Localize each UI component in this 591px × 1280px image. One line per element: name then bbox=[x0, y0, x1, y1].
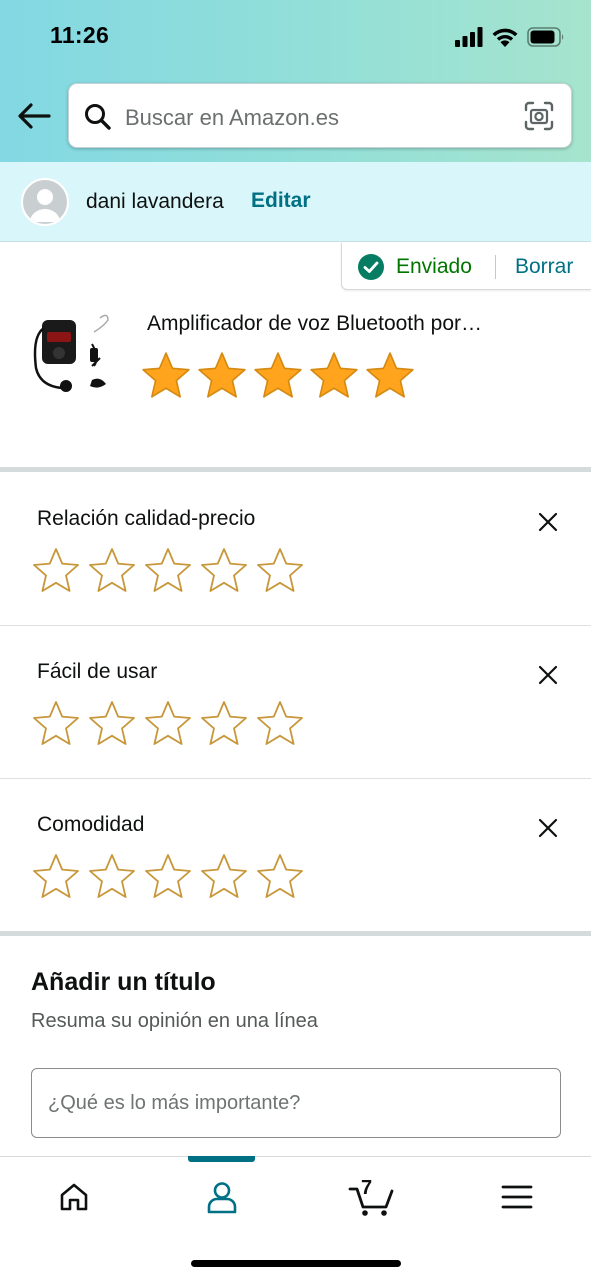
back-button[interactable] bbox=[14, 96, 54, 136]
star-outline-icon[interactable] bbox=[143, 699, 193, 749]
wifi-icon bbox=[492, 28, 518, 47]
attribute-star-rating[interactable] bbox=[31, 546, 305, 596]
star-outline-icon[interactable] bbox=[255, 852, 305, 902]
check-circle-icon bbox=[358, 254, 384, 280]
star-outline-icon[interactable] bbox=[199, 699, 249, 749]
star-filled-icon[interactable] bbox=[252, 350, 304, 402]
review-title-input[interactable] bbox=[31, 1068, 561, 1138]
close-icon[interactable] bbox=[534, 661, 562, 689]
status-label: Enviado bbox=[396, 255, 472, 278]
attribute-star-rating[interactable] bbox=[31, 699, 305, 749]
nav-home[interactable] bbox=[52, 1175, 96, 1219]
divider bbox=[495, 255, 496, 279]
product-image bbox=[33, 314, 109, 392]
attribute-label: Comodidad bbox=[37, 813, 145, 836]
row-divider bbox=[0, 625, 591, 626]
nav-cart[interactable]: 7 bbox=[346, 1175, 396, 1219]
star-filled-icon[interactable] bbox=[140, 350, 192, 402]
status-icons bbox=[455, 25, 565, 49]
close-icon[interactable] bbox=[534, 508, 562, 536]
star-outline-icon[interactable] bbox=[31, 852, 81, 902]
arrow-left-icon bbox=[18, 103, 51, 129]
section-divider bbox=[0, 467, 591, 472]
menu-icon bbox=[501, 1185, 533, 1209]
star-outline-icon[interactable] bbox=[143, 852, 193, 902]
search-placeholder: Buscar en Amazon.es bbox=[125, 105, 340, 130]
row-divider bbox=[0, 778, 591, 779]
star-filled-icon[interactable] bbox=[364, 350, 416, 402]
submission-status: Enviado Borrar bbox=[341, 243, 591, 290]
attribute-label: Fácil de usar bbox=[37, 660, 158, 683]
attribute-star-rating[interactable] bbox=[31, 852, 305, 902]
star-outline-icon[interactable] bbox=[143, 546, 193, 596]
attribute-label: Relación calidad-precio bbox=[37, 507, 256, 530]
product-title: Amplificador de voz Bluetooth por… bbox=[147, 312, 483, 335]
account-icon bbox=[207, 1182, 237, 1214]
star-outline-icon[interactable] bbox=[255, 546, 305, 596]
camera-scan-icon[interactable] bbox=[523, 100, 555, 132]
star-outline-icon[interactable] bbox=[199, 852, 249, 902]
home-indicator bbox=[191, 1260, 401, 1267]
star-outline-icon[interactable] bbox=[255, 699, 305, 749]
nav-account[interactable] bbox=[200, 1175, 244, 1219]
cellular-signal-icon bbox=[455, 27, 483, 47]
battery-icon bbox=[527, 27, 564, 47]
star-outline-icon[interactable] bbox=[199, 546, 249, 596]
star-filled-icon[interactable] bbox=[196, 350, 248, 402]
star-filled-icon[interactable] bbox=[308, 350, 360, 402]
star-outline-icon[interactable] bbox=[87, 852, 137, 902]
star-outline-icon[interactable] bbox=[31, 546, 81, 596]
status-bar: 11:26 bbox=[0, 0, 591, 72]
nav-menu[interactable] bbox=[495, 1175, 539, 1219]
search-bar[interactable]: Buscar en Amazon.es bbox=[68, 83, 572, 148]
delete-button[interactable]: Borrar bbox=[515, 255, 573, 279]
title-heading: Añadir un título bbox=[31, 968, 216, 996]
title-subtitle: Resuma su opinión en una línea bbox=[31, 1010, 318, 1032]
overall-rating-stars[interactable] bbox=[140, 350, 416, 402]
active-tab-indicator bbox=[188, 1156, 255, 1162]
close-icon[interactable] bbox=[534, 814, 562, 842]
home-icon bbox=[60, 1183, 88, 1211]
avatar bbox=[21, 178, 69, 226]
status-time: 11:26 bbox=[50, 22, 110, 48]
cart-count-badge: 7 bbox=[361, 1177, 373, 1199]
reviewer-name: dani lavandera bbox=[86, 190, 224, 213]
search-icon bbox=[85, 104, 111, 130]
user-silhouette-icon bbox=[30, 189, 60, 222]
reviewer-bar: dani lavandera Editar bbox=[0, 162, 591, 242]
edit-profile-link[interactable]: Editar bbox=[251, 189, 311, 213]
star-outline-icon[interactable] bbox=[31, 699, 81, 749]
section-divider bbox=[0, 931, 591, 936]
star-outline-icon[interactable] bbox=[87, 699, 137, 749]
star-outline-icon[interactable] bbox=[87, 546, 137, 596]
